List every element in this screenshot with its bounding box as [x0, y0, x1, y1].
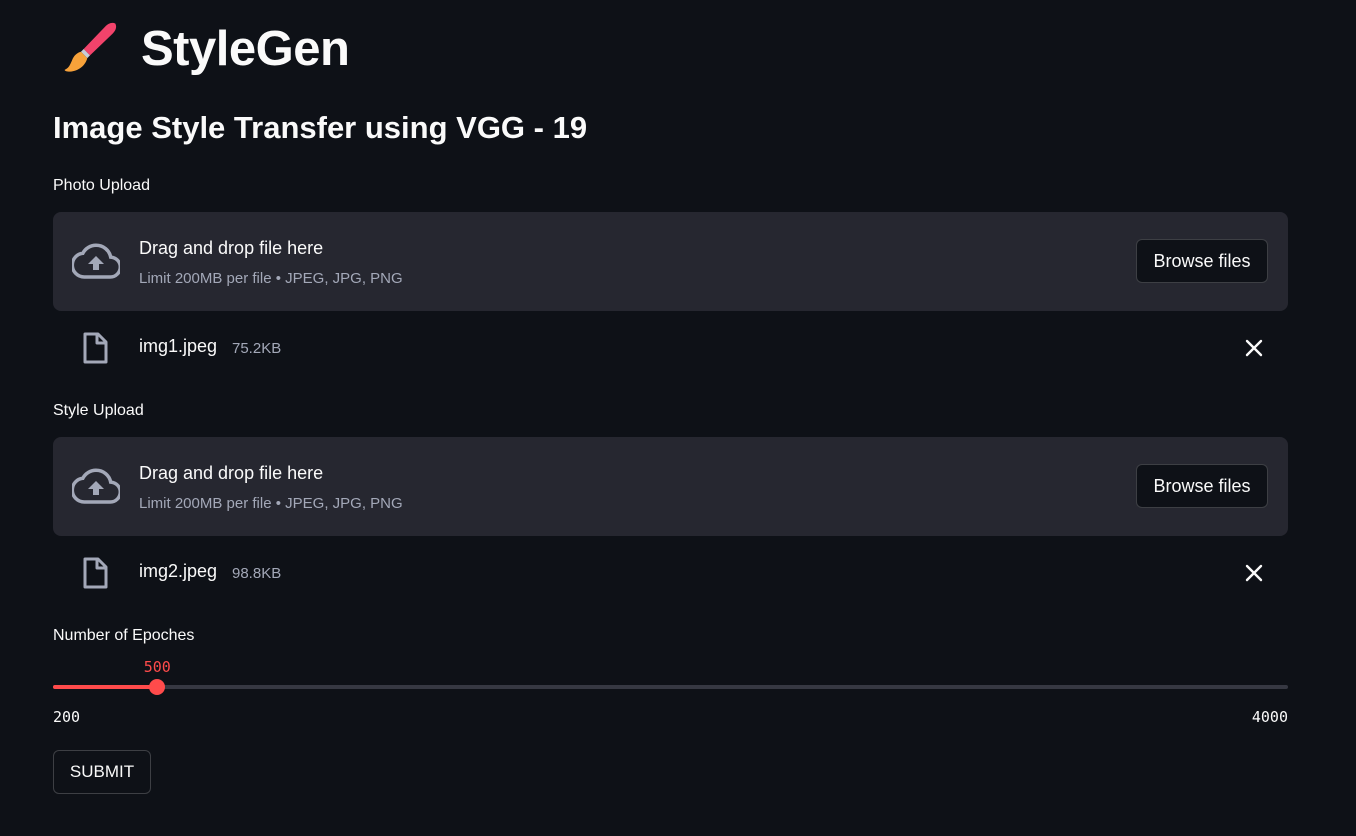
photo-limit-text: Limit 200MB per file • JPEG, JPG, PNG	[139, 270, 403, 287]
app-header: StyleGen	[61, 14, 350, 84]
submit-button[interactable]: SUBMIT	[53, 750, 151, 794]
photo-dropzone[interactable]: Drag and drop file here Limit 200MB per …	[53, 212, 1288, 311]
style-dropzone[interactable]: Drag and drop file here Limit 200MB per …	[53, 437, 1288, 536]
style-browse-button[interactable]: Browse files	[1136, 464, 1268, 508]
photo-upload-label: Photo Upload	[53, 177, 150, 194]
style-file-size: 98.8KB	[232, 565, 282, 582]
epochs-slider-thumb[interactable]	[149, 679, 166, 695]
cloud-upload-icon	[72, 468, 120, 504]
style-file-item: img2.jpeg 98.8KB	[53, 553, 1288, 593]
style-upload-label: Style Upload	[53, 402, 144, 419]
photo-drop-text: Drag and drop file here	[139, 238, 324, 258]
file-icon	[83, 557, 108, 589]
file-icon	[83, 332, 108, 364]
epochs-slider-min: 200	[53, 708, 81, 726]
style-remove-file-icon[interactable]	[1242, 561, 1266, 585]
app-title: StyleGen	[141, 22, 350, 76]
paintbrush-icon	[64, 22, 117, 72]
photo-file-item: img1.jpeg 75.2KB	[53, 328, 1288, 368]
epochs-slider-value: 500	[143, 658, 171, 676]
epochs-slider[interactable]: 500 200 4000	[53, 650, 1288, 730]
cloud-upload-icon	[72, 243, 120, 279]
style-drop-text: Drag and drop file here	[139, 463, 324, 483]
photo-file-size: 75.2KB	[232, 340, 282, 357]
photo-remove-file-icon[interactable]	[1242, 336, 1266, 360]
epochs-label: Number of Epoches	[53, 627, 195, 644]
epochs-slider-track[interactable]	[53, 685, 1288, 689]
style-file-name: img2.jpeg	[139, 561, 218, 581]
photo-browse-button[interactable]: Browse files	[1136, 239, 1268, 283]
epochs-slider-fill	[53, 685, 158, 689]
photo-file-name: img1.jpeg	[139, 336, 218, 356]
page-subtitle: Image Style Transfer using VGG - 19	[53, 110, 588, 145]
style-limit-text: Limit 200MB per file • JPEG, JPG, PNG	[139, 495, 403, 512]
epochs-slider-max: 4000	[1251, 708, 1288, 726]
